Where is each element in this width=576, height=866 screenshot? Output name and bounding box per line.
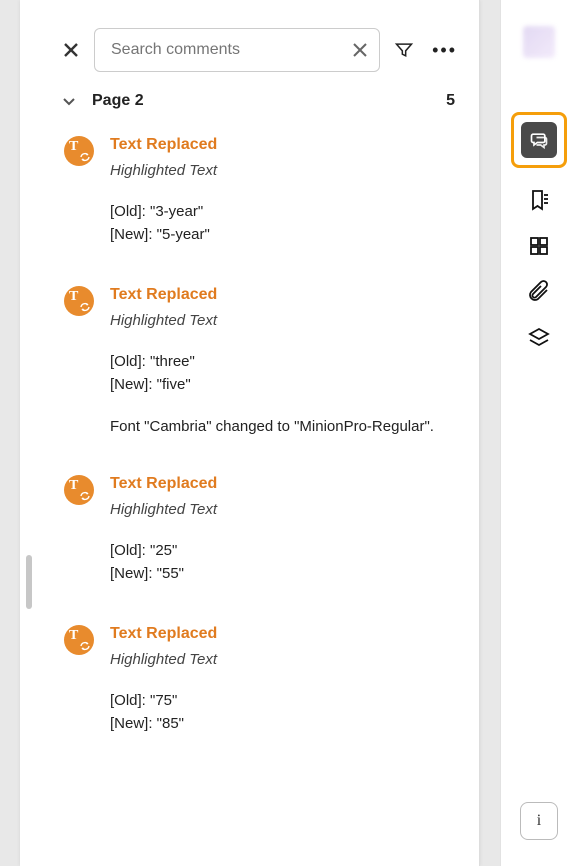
comment-subtitle: Highlighted Text (110, 162, 461, 179)
comment-title: Text Replaced (110, 625, 461, 643)
comment-body: Text Replaced Highlighted Text [Old]: "2… (110, 475, 461, 585)
comment-body: Text Replaced Highlighted Text [Old]: "3… (110, 136, 461, 246)
comments-tool-button[interactable] (511, 112, 567, 168)
text-replaced-icon (64, 475, 94, 505)
comments-list[interactable]: Text Replaced Highlighted Text [Old]: "3… (30, 128, 479, 866)
comment-title: Text Replaced (110, 475, 461, 493)
search-input-wrapper[interactable] (94, 28, 380, 72)
comment-item[interactable]: Text Replaced Highlighted Text [Old]: "2… (64, 467, 461, 617)
comment-item[interactable]: Text Replaced Highlighted Text [Old]: "t… (64, 278, 461, 467)
comment-old-value: [Old]: "3-year" (110, 201, 461, 224)
comment-subtitle: Highlighted Text (110, 501, 461, 518)
search-input[interactable] (109, 40, 351, 60)
attachments-tool-button[interactable] (501, 268, 576, 316)
comment-new-value: [New]: "5-year" (110, 224, 461, 247)
text-replaced-icon (64, 625, 94, 655)
comment-body: Text Replaced Highlighted Text [Old]: "7… (110, 625, 461, 735)
comment-body: Text Replaced Highlighted Text [Old]: "t… (110, 286, 461, 435)
comment-old-value: [Old]: "three" (110, 351, 461, 374)
comments-panel-header: ••• (30, 28, 479, 86)
comment-item[interactable]: Text Replaced Highlighted Text [Old]: "7… (64, 617, 461, 767)
comment-new-value: [New]: "85" (110, 713, 461, 736)
layers-tool-button[interactable] (501, 314, 576, 362)
comment-new-value: [New]: "55" (110, 563, 461, 586)
close-panel-button[interactable] (60, 39, 82, 61)
comments-panel: ••• Page 2 5 Text Replaced Highlighted T… (30, 0, 480, 866)
comment-icon (529, 130, 549, 150)
comment-title: Text Replaced (110, 136, 461, 154)
user-avatar[interactable] (523, 26, 555, 58)
chevron-down-icon[interactable] (60, 92, 78, 110)
grid-icon (527, 234, 551, 258)
text-replaced-icon (64, 136, 94, 166)
comment-new-value: [New]: "five" (110, 374, 461, 397)
page-label: Page 2 (92, 92, 144, 110)
bookmark-icon (527, 188, 551, 212)
comment-subtitle: Highlighted Text (110, 312, 461, 329)
paperclip-icon (527, 280, 551, 304)
scrollbar-thumb[interactable] (26, 555, 32, 609)
comment-extra: Font "Cambria" changed to "MinionPro-Reg… (110, 418, 461, 435)
filter-button[interactable] (392, 38, 416, 62)
comment-item[interactable]: Text Replaced Highlighted Text [Old]: "3… (64, 128, 461, 278)
comment-title: Text Replaced (110, 286, 461, 304)
right-tool-rail: i (500, 0, 576, 866)
more-options-button[interactable]: ••• (428, 40, 461, 61)
bookmarks-tool-button[interactable] (501, 176, 576, 224)
comment-old-value: [Old]: "25" (110, 540, 461, 563)
page-group-header[interactable]: Page 2 5 (30, 86, 479, 128)
page-comment-count: 5 (446, 92, 455, 110)
clear-search-button[interactable] (351, 41, 369, 59)
info-button[interactable]: i (520, 802, 558, 840)
text-replaced-icon (64, 286, 94, 316)
comment-subtitle: Highlighted Text (110, 651, 461, 668)
layers-icon (527, 326, 551, 350)
thumbnails-tool-button[interactable] (501, 222, 576, 270)
comment-old-value: [Old]: "75" (110, 690, 461, 713)
